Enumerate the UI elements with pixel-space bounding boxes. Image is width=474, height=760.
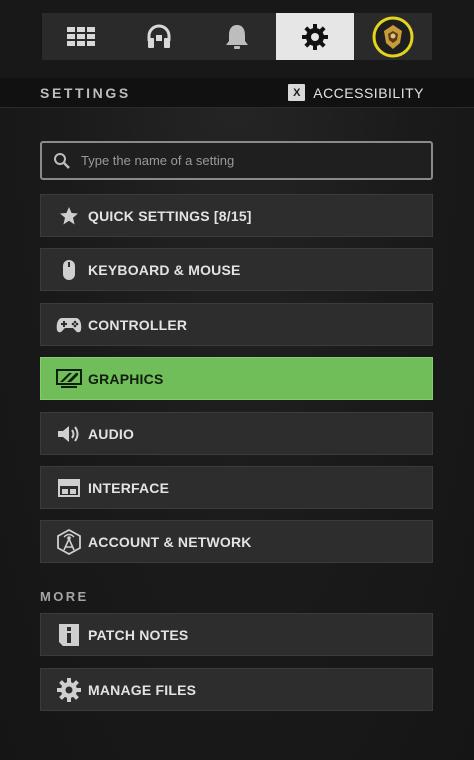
speaker-icon <box>55 424 83 444</box>
interface-icon <box>55 478 83 497</box>
menu-item-label: INTERFACE <box>88 479 170 496</box>
top-tabs <box>42 13 432 60</box>
search-icon <box>53 152 71 170</box>
tab-profile[interactable] <box>354 13 432 60</box>
menu-item-quick-settings[interactable]: QUICK SETTINGS [8/15] <box>40 194 433 237</box>
network-icon <box>55 528 83 555</box>
top-nav-bar <box>0 0 474 78</box>
menu-item-label: CONTROLLER <box>88 316 188 333</box>
star-icon <box>55 206 83 226</box>
menu-item-interface[interactable]: INTERFACE <box>40 466 433 509</box>
profile-avatar-icon <box>372 16 414 57</box>
menu-item-label: GRAPHICS <box>88 370 164 387</box>
search-input[interactable] <box>81 153 401 168</box>
menu-item-controller[interactable]: CONTROLLER <box>40 303 433 346</box>
cog-icon <box>55 677 83 702</box>
accessibility-key-hint: X <box>288 84 306 101</box>
accessibility-button[interactable]: X ACCESSIBILITY <box>288 84 424 101</box>
menu-item-label: MANAGE FILES <box>88 681 197 698</box>
headset-icon <box>147 24 171 48</box>
bell-icon <box>226 24 248 49</box>
tab-social[interactable] <box>120 13 198 60</box>
tab-menu[interactable] <box>42 13 120 60</box>
menu-item-audio[interactable]: AUDIO <box>40 412 433 455</box>
tab-notifications[interactable] <box>198 13 276 60</box>
monitor-icon <box>55 368 83 389</box>
info-icon <box>55 623 83 647</box>
menu-item-label: PATCH NOTES <box>88 626 189 643</box>
gear-icon <box>302 23 328 50</box>
grid-icon <box>67 26 95 46</box>
tab-settings[interactable] <box>276 13 354 60</box>
menu-item-manage-files[interactable]: MANAGE FILES <box>40 668 433 711</box>
page-title: SETTINGS <box>40 85 131 101</box>
search-box[interactable] <box>40 141 433 180</box>
menu-item-label: QUICK SETTINGS [8/15] <box>88 207 252 224</box>
menu-item-patch-notes[interactable]: PATCH NOTES <box>40 613 433 656</box>
more-section-title: MORE <box>40 589 89 604</box>
menu-item-label: ACCOUNT & NETWORK <box>88 533 252 550</box>
gamepad-icon <box>55 316 83 334</box>
settings-header: SETTINGS X ACCESSIBILITY <box>0 78 474 108</box>
menu-item-account-network[interactable]: ACCOUNT & NETWORK <box>40 520 433 563</box>
menu-item-label: AUDIO <box>88 425 135 442</box>
menu-item-label: KEYBOARD & MOUSE <box>88 261 241 278</box>
menu-item-graphics[interactable]: GRAPHICS <box>40 357 433 400</box>
accessibility-label: ACCESSIBILITY <box>313 84 424 101</box>
menu-item-keyboard-mouse[interactable]: KEYBOARD & MOUSE <box>40 248 433 291</box>
mouse-icon <box>55 259 83 281</box>
